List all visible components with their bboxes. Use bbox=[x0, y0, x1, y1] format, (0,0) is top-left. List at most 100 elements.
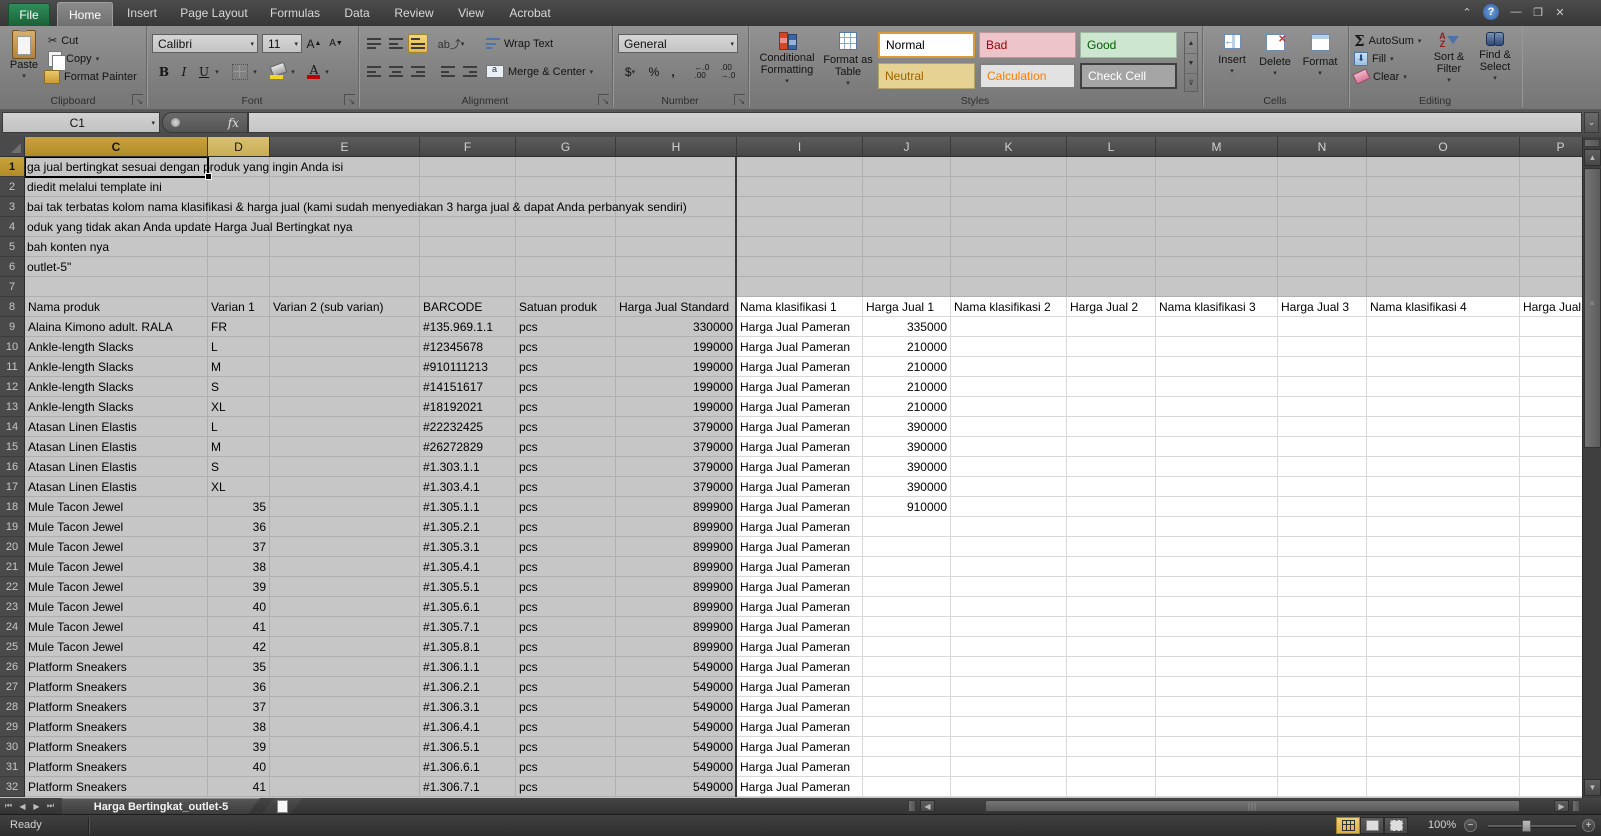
cell-C28[interactable]: Platform Sneakers bbox=[28, 697, 204, 717]
font-size-combo[interactable]: 11▾ bbox=[262, 34, 302, 53]
row-header-31[interactable]: 31 bbox=[0, 757, 25, 777]
ribbon-tab-insert[interactable]: Insert bbox=[113, 0, 171, 26]
cell-C24[interactable]: Mule Tacon Jewel bbox=[28, 617, 204, 637]
row-header-18[interactable]: 18 bbox=[0, 497, 25, 517]
cell-D32[interactable]: 41 bbox=[211, 777, 266, 797]
cell-G21[interactable]: pcs bbox=[519, 557, 612, 577]
cell-H9[interactable]: 330000 bbox=[619, 317, 733, 337]
row-header-20[interactable]: 20 bbox=[0, 537, 25, 557]
cell-F19[interactable]: #1.305.2.1 bbox=[423, 517, 512, 537]
style-calculation[interactable]: Calculation bbox=[979, 63, 1076, 89]
cell-F18[interactable]: #1.305.1.1 bbox=[423, 497, 512, 517]
format-painter-button[interactable]: Format Painter bbox=[44, 68, 137, 85]
row-header-15[interactable]: 15 bbox=[0, 437, 25, 457]
next-sheet-icon[interactable]: ▶ bbox=[30, 799, 43, 813]
cell-C30[interactable]: Platform Sneakers bbox=[28, 737, 204, 757]
shrink-font-button[interactable]: A▼ bbox=[326, 34, 346, 53]
cell-D15[interactable]: M bbox=[211, 437, 266, 457]
cell-H18[interactable]: 899900 bbox=[619, 497, 733, 517]
close-button[interactable]: ✕ bbox=[1550, 4, 1570, 20]
cell-J13[interactable]: 210000 bbox=[866, 397, 947, 417]
row-header-27[interactable]: 27 bbox=[0, 677, 25, 697]
cell-J12[interactable]: 210000 bbox=[866, 377, 947, 397]
cell-H28[interactable]: 549000 bbox=[619, 697, 733, 717]
horizontal-scroll-thumb[interactable]: ||| bbox=[985, 800, 1520, 812]
cell-G23[interactable]: pcs bbox=[519, 597, 612, 617]
cell-G15[interactable]: pcs bbox=[519, 437, 612, 457]
cell-I27[interactable]: Harga Jual Pameran bbox=[740, 677, 859, 697]
row-header-1[interactable]: 1 bbox=[0, 157, 25, 177]
cell-F23[interactable]: #1.305.6.1 bbox=[423, 597, 512, 617]
fill-button[interactable]: ⬇ Fill▾ bbox=[1354, 50, 1394, 67]
formula-input[interactable] bbox=[248, 112, 1582, 133]
copy-button[interactable]: Copy▾ bbox=[48, 50, 99, 67]
paste-button[interactable]: Paste▾ bbox=[6, 30, 42, 83]
row-header-9[interactable]: 9 bbox=[0, 317, 25, 337]
cell-D20[interactable]: 37 bbox=[211, 537, 266, 557]
fill-color-dropdown[interactable]: ▾ bbox=[288, 62, 298, 81]
column-header-L[interactable]: L bbox=[1067, 137, 1156, 156]
ribbon-tab-acrobat[interactable]: Acrobat bbox=[495, 0, 565, 26]
zoom-level[interactable]: 100% bbox=[1428, 819, 1456, 831]
vertical-scrollbar[interactable]: ▲ ≡ ▼ bbox=[1582, 137, 1601, 798]
decrease-indent-button[interactable] bbox=[438, 62, 458, 81]
cut-button[interactable]: ✂Cut bbox=[48, 32, 78, 49]
column-header-G[interactable]: G bbox=[516, 137, 616, 156]
ribbon-tab-review[interactable]: Review bbox=[381, 0, 447, 26]
cell-G24[interactable]: pcs bbox=[519, 617, 612, 637]
cell-F11[interactable]: #910111213 bbox=[423, 357, 512, 377]
cell-D14[interactable]: L bbox=[211, 417, 266, 437]
cell-J18[interactable]: 910000 bbox=[866, 497, 947, 517]
cell-F16[interactable]: #1.303.1.1 bbox=[423, 457, 512, 477]
row-header-17[interactable]: 17 bbox=[0, 477, 25, 497]
cell-C16[interactable]: Atasan Linen Elastis bbox=[28, 457, 204, 477]
cell-C15[interactable]: Atasan Linen Elastis bbox=[28, 437, 204, 457]
row-header-23[interactable]: 23 bbox=[0, 597, 25, 617]
decrease-decimal-button[interactable]: .00→.0 bbox=[716, 62, 740, 81]
cell-H12[interactable]: 199000 bbox=[619, 377, 733, 397]
cell-H20[interactable]: 899900 bbox=[619, 537, 733, 557]
column-header-K[interactable]: K bbox=[951, 137, 1067, 156]
conditional-formatting-button[interactable]: Conditional Formatting▾ bbox=[756, 32, 818, 88]
ribbon-tab-data[interactable]: Data bbox=[333, 0, 381, 26]
cell-F12[interactable]: #14151617 bbox=[423, 377, 512, 397]
cell-F32[interactable]: #1.306.7.1 bbox=[423, 777, 512, 797]
cell-H26[interactable]: 549000 bbox=[619, 657, 733, 677]
cell-F9[interactable]: #135.969.1.1 bbox=[423, 317, 512, 337]
cell-G10[interactable]: pcs bbox=[519, 337, 612, 357]
column-header-C[interactable]: C bbox=[25, 137, 208, 156]
clipboard-dialog-launcher-icon[interactable]: ↘ bbox=[132, 94, 143, 105]
normal-view-button[interactable] bbox=[1336, 817, 1360, 834]
cell-H10[interactable]: 199000 bbox=[619, 337, 733, 357]
cell-H11[interactable]: 199000 bbox=[619, 357, 733, 377]
row-header-11[interactable]: 11 bbox=[0, 357, 25, 377]
row-header-5[interactable]: 5 bbox=[0, 237, 25, 257]
cell-H14[interactable]: 379000 bbox=[619, 417, 733, 437]
clear-button[interactable]: Clear▾ bbox=[1354, 68, 1407, 85]
cell-F30[interactable]: #1.306.5.1 bbox=[423, 737, 512, 757]
cell-D19[interactable]: 36 bbox=[211, 517, 266, 537]
cell-D26[interactable]: 35 bbox=[211, 657, 266, 677]
column-header-O[interactable]: O bbox=[1367, 137, 1520, 156]
style-good[interactable]: Good bbox=[1080, 32, 1177, 58]
scrollbar-split-handle[interactable] bbox=[1572, 800, 1580, 812]
cell-C23[interactable]: Mule Tacon Jewel bbox=[28, 597, 204, 617]
row-header-13[interactable]: 13 bbox=[0, 397, 25, 417]
cell-H21[interactable]: 899900 bbox=[619, 557, 733, 577]
cell-H25[interactable]: 899900 bbox=[619, 637, 733, 657]
cell-F29[interactable]: #1.306.4.1 bbox=[423, 717, 512, 737]
row-header-2[interactable]: 2 bbox=[0, 177, 25, 197]
style-bad[interactable]: Bad bbox=[979, 32, 1076, 58]
row-header-7[interactable]: 7 bbox=[0, 277, 25, 297]
cell-D17[interactable]: XL bbox=[211, 477, 266, 497]
gallery-scroll-down-icon[interactable]: ▼ bbox=[1185, 54, 1197, 74]
tab-scrollbar-splitter[interactable] bbox=[908, 800, 916, 812]
cell-I21[interactable]: Harga Jual Pameran bbox=[740, 557, 859, 577]
cell-H19[interactable]: 899900 bbox=[619, 517, 733, 537]
cell-I16[interactable]: Harga Jual Pameran bbox=[740, 457, 859, 477]
cell-G20[interactable]: pcs bbox=[519, 537, 612, 557]
cell-I10[interactable]: Harga Jual Pameran bbox=[740, 337, 859, 357]
cell-G14[interactable]: pcs bbox=[519, 417, 612, 437]
row-header-19[interactable]: 19 bbox=[0, 517, 25, 537]
bottom-align-button[interactable] bbox=[408, 34, 428, 53]
